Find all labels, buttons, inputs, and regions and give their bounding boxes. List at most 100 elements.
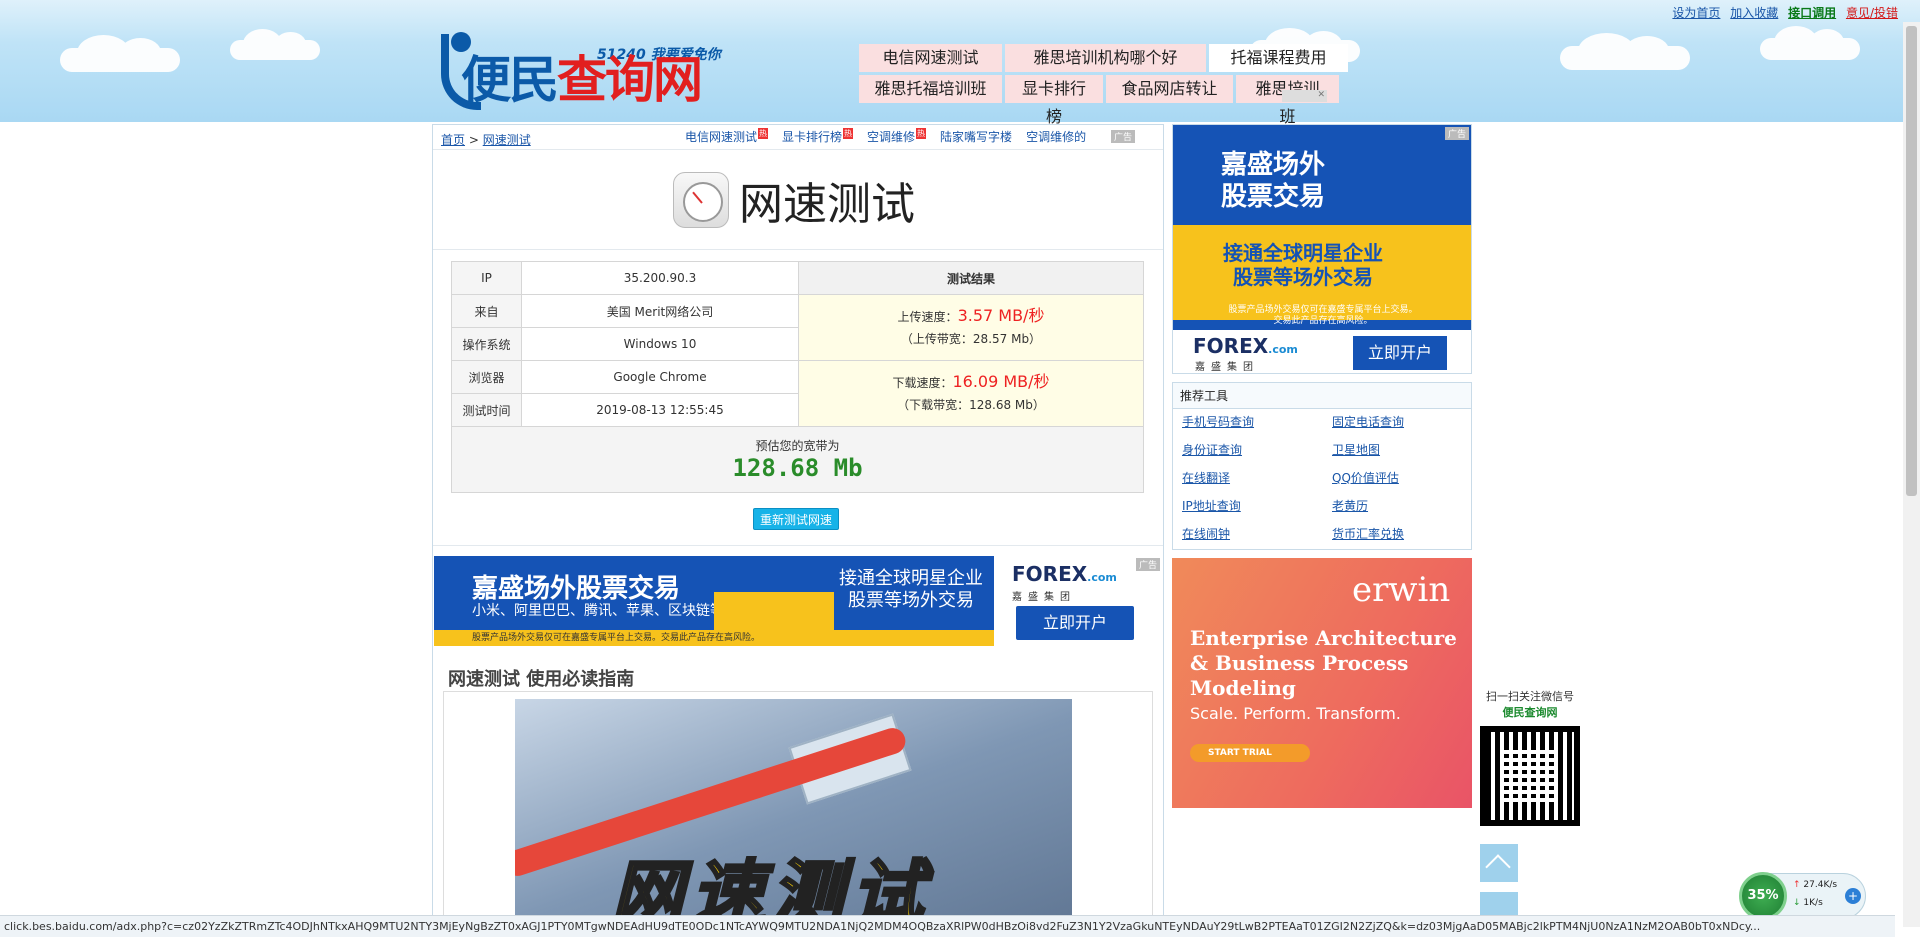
ad-label: 广告 <box>1111 130 1136 143</box>
upload-bandwidth: （上传带宽：28.57 Mb） <box>900 332 1042 346</box>
forex-cn-name: 嘉盛集团 <box>1195 362 1259 373</box>
tools-grid: 手机号码查询 固定电话查询 身份证查询 卫星地图 在线翻译 QQ价值评估 IP地… <box>1173 409 1471 544</box>
forex-side-ad[interactable]: 嘉盛场外 股票交易 接通全球明星企业 股票等场外交易 股票产品场外交易仅可在嘉盛专属… <box>1172 124 1472 374</box>
tool-link[interactable]: QQ价值评估 <box>1332 469 1482 488</box>
cloud-decoration <box>230 29 320 60</box>
erwin-headline: Enterprise Architecture & Business Proces… <box>1190 626 1457 700</box>
tool-link[interactable]: IP地址查询 <box>1182 497 1332 516</box>
speedometer-icon <box>673 172 729 228</box>
qr-caption: 扫一扫关注微信号 <box>1486 690 1574 703</box>
breadcrumb-separator: > <box>465 133 483 147</box>
tool-link[interactable]: 卫星地图 <box>1332 441 1482 460</box>
nav-item[interactable]: 托福课程费用 <box>1209 44 1348 72</box>
tool-link[interactable]: 在线闹钟 <box>1182 525 1332 544</box>
scrollbar-thumb[interactable] <box>1906 26 1917 496</box>
network-speed-widget[interactable]: 35% ↑ 27.4K/s ↓ 1K/s + <box>1739 872 1866 920</box>
breadcrumb-home[interactable]: 首页 <box>441 133 465 147</box>
tool-link[interactable]: 固定电话查询 <box>1332 413 1482 432</box>
guide-heading: 网速测试 使用必读指南 <box>448 669 635 690</box>
os-label: 操作系统 <box>451 327 522 361</box>
top-links: 设为首页 加入收藏 接口调用 意见/投错 <box>1666 4 1898 21</box>
time-value: 2019-08-13 12:55:45 <box>521 393 799 427</box>
banner-slogan: 接通全球明星企业 股票等场外交易 <box>839 568 983 611</box>
os-value: Windows 10 <box>521 327 799 361</box>
ad-disclaimer: 股票产品场外交易仅可在嘉盛专属平台上交易。 交易此产品存在高风险。 <box>1228 305 1418 326</box>
estimate-value: 128.68 Mb <box>732 454 863 482</box>
start-trial-button[interactable]: START TRIAL <box>1190 744 1310 762</box>
nav-item[interactable]: 电信网速测试 <box>859 44 1002 72</box>
site-logo[interactable]: 51240 我要爱免你 便民查询网 <box>441 30 741 114</box>
quick-link[interactable]: 显卡排行榜热 <box>782 128 854 145</box>
estimate-label: 预估您的宽带为 <box>755 439 840 453</box>
api-link[interactable]: 接口调用 <box>1788 6 1836 20</box>
retest-button[interactable]: 重新测试网速 <box>753 508 840 530</box>
tool-link[interactable]: 身份证查询 <box>1182 441 1332 460</box>
nav-item[interactable]: 食品网店转让 <box>1106 75 1233 103</box>
guide-box: 网速测试 <box>443 691 1153 937</box>
wechat-qr: 扫一扫关注微信号 便民查询网 <box>1478 688 1582 826</box>
feedback-link[interactable]: 意见/投错 <box>1846 6 1898 20</box>
tool-link[interactable]: 手机号码查询 <box>1182 413 1332 432</box>
download-bandwidth: （下载带宽：128.68 Mb） <box>897 398 1045 412</box>
divider <box>433 545 1163 546</box>
quick-link[interactable]: 空调维修热 <box>867 128 927 145</box>
ad-slogan: 接通全球明星企业 股票等场外交易 <box>1223 241 1383 289</box>
upload-result: 上传速度：3.57 MB/秒 （上传带宽：28.57 Mb） <box>798 294 1144 361</box>
divider <box>433 149 1163 150</box>
nav-item[interactable]: 显卡排行榜 <box>1005 75 1103 126</box>
ip-label: IP <box>451 261 522 295</box>
forex-banner-ad[interactable]: 嘉盛场外股票交易 小米、阿里巴巴、腾讯、苹果、区块链等 接通全球明星企业 股票等场… <box>434 556 1162 646</box>
page-title: 网速测试 <box>673 171 915 230</box>
forex-cn-name: 嘉盛集团 <box>1012 592 1076 603</box>
main-panel: 首页 > 网速测试 电信网速测试热 显卡排行榜热 空调维修热 陆家嘴写字楼 空调… <box>432 124 1164 937</box>
erwin-ad[interactable]: erwin Enterprise Architecture & Business … <box>1172 558 1472 808</box>
time-label: 测试时间 <box>451 393 522 427</box>
quick-link[interactable]: 电信网速测试热 <box>685 128 769 145</box>
up-arrow-icon: ↑ <box>1793 880 1801 890</box>
estimated-bandwidth: 预估您的宽带为 128.68 Mb <box>451 426 1144 493</box>
down-arrow-icon: ↓ <box>1793 898 1801 908</box>
forex-logo: FOREX.com <box>1193 334 1298 358</box>
ad-heading: 嘉盛场外 股票交易 <box>1221 150 1326 212</box>
upload-speed: 3.57 MB/秒 <box>957 306 1045 325</box>
status-bar-url: click.bes.baidu.com/adx.php?c=cz02YzZkZT… <box>0 915 1895 937</box>
plus-icon[interactable]: + <box>1845 888 1861 904</box>
nav-item[interactable]: 雅思培训机构哪个好 <box>1005 44 1206 72</box>
tool-link[interactable]: 老黄历 <box>1332 497 1482 516</box>
erwin-tagline: Scale. Perform. Transform. <box>1190 704 1401 723</box>
tool-link[interactable]: 货币汇率兑换 <box>1332 525 1482 544</box>
hot-badge: 热 <box>758 128 769 139</box>
banner-subtitle: 小米、阿里巴巴、腾讯、苹果、区块链等 <box>472 603 724 619</box>
browser-label: 浏览器 <box>451 360 522 394</box>
ethernet-cable-image: 网速测试 <box>515 699 1072 937</box>
from-value: 美国 Merit网络公司 <box>521 294 799 328</box>
back-to-top-button[interactable] <box>1480 844 1518 882</box>
result-table: IP 35.200.90.3 测试结果 来自 美国 Merit网络公司 上传速度… <box>451 261 1144 493</box>
tools-title: 推荐工具 <box>1173 383 1471 409</box>
cloud-decoration <box>1560 32 1690 70</box>
upload-label: 上传速度： <box>897 310 958 324</box>
forex-logo: FOREX.com <box>1012 562 1117 586</box>
logo-text: 便民查询网 <box>461 50 703 109</box>
banner-disclaimer: 股票产品场外交易仅可在嘉盛专属平台上交易。交易此产品存在高风险。 <box>434 630 994 646</box>
open-account-button[interactable]: 立即开户 <box>1016 606 1134 640</box>
add-favorite-link[interactable]: 加入收藏 <box>1730 6 1778 20</box>
breadcrumb-current[interactable]: 网速测试 <box>483 133 531 147</box>
quick-links: 电信网速测试热 显卡排行榜热 空调维修热 陆家嘴写字楼 空调维修的 <box>685 128 1086 145</box>
quick-link[interactable]: 陆家嘴写字楼 <box>940 128 1012 145</box>
tool-link[interactable]: 在线翻译 <box>1182 469 1332 488</box>
download-result: 下载速度：16.09 MB/秒 （下载带宽：128.68 Mb） <box>798 360 1144 427</box>
result-header: 测试结果 <box>798 261 1144 295</box>
nav-item[interactable]: 雅思托福培训班 <box>859 75 1002 103</box>
ad-close-button[interactable]: ✕ <box>1282 90 1327 102</box>
page-scrollbar[interactable] <box>1903 22 1920 927</box>
hot-badge: 热 <box>916 128 927 139</box>
download-label: 下载速度： <box>892 376 953 390</box>
cloud-decoration <box>1760 25 1860 60</box>
browser-value: Google Chrome <box>521 360 799 394</box>
erwin-logo: erwin <box>1352 570 1451 610</box>
open-account-button[interactable]: 立即开户 <box>1353 336 1447 370</box>
download-speed: 16.09 MB/秒 <box>952 372 1050 391</box>
set-homepage-link[interactable]: 设为首页 <box>1672 6 1720 20</box>
quick-link[interactable]: 空调维修的 <box>1026 128 1086 145</box>
